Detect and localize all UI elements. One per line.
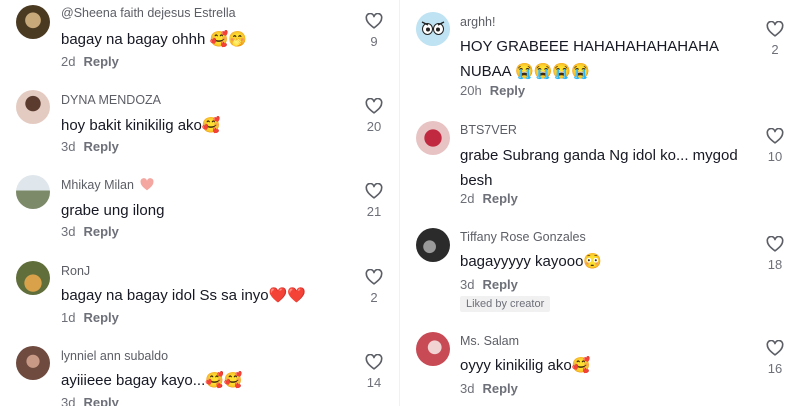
pink-heart-icon [140,178,154,191]
cartoon-avatar-icon [416,12,450,46]
like-button[interactable]: 9 [359,12,389,49]
comment-meta: 3d Reply [61,139,119,154]
comment-time: 2d [61,54,76,69]
like-count: 18 [767,257,783,272]
comment-username[interactable]: @Sheena faith dejesus Estrella [61,6,236,20]
comment-time: 2d [460,191,475,206]
avatar[interactable] [16,90,50,124]
comment-time: 1d [61,310,76,325]
reply-button[interactable]: Reply [83,310,118,325]
comment-username[interactable]: DYNA MENDOZA [61,93,161,107]
comment-meta: 3d Reply [460,277,518,292]
avatar[interactable] [16,5,50,39]
heart-outline-icon [365,182,383,199]
comment-text: bagayyyyy kayooo😳 [460,253,603,270]
comment-meta: 2d Reply [460,191,518,206]
avatar[interactable] [416,332,450,366]
like-button[interactable]: 20 [359,97,389,134]
like-button[interactable]: 14 [359,353,389,390]
comment-time: 20h [460,83,482,98]
comment-meta: 2d Reply [61,54,119,69]
reply-button[interactable]: Reply [482,277,517,292]
like-count: 2 [370,290,378,305]
like-button[interactable]: 2 [359,268,389,305]
comments-column-right: arghh! HOY GRABEEE HAHAHAHAHAHAHA NUBAA … [400,0,800,406]
comment-text: grabe Subrang ganda Ng idol ko... mygod … [460,147,738,189]
comment-username[interactable]: Mhikay Milan [61,178,154,192]
like-count: 10 [767,149,783,164]
comment-meta: 1d Reply [61,310,119,325]
like-count: 14 [366,375,382,390]
comment-meta: 3d Reply [460,381,518,396]
comment-meta: 20h Reply [460,83,525,98]
reply-button[interactable]: Reply [83,395,118,406]
comment-text: ayiiieee bagay kayo...🥰🥰 [61,372,243,389]
heart-outline-icon [766,127,784,144]
comment-username[interactable]: arghh! [460,15,495,29]
comment-text: HOY GRABEEE HAHAHAHAHAHAHA NUBAA 😭😭😭😭 [460,38,719,80]
reply-button[interactable]: Reply [83,224,118,239]
comment-text: bagay na bagay idol Ss sa inyo❤️❤️ [61,287,306,304]
like-button[interactable]: 10 [760,127,790,164]
comment-text: bagay na bagay ohhh 🥰🤭 [61,31,247,48]
reply-button[interactable]: Reply [482,381,517,396]
reply-button[interactable]: Reply [482,191,517,206]
like-count: 16 [767,361,783,376]
like-button[interactable]: 21 [359,182,389,219]
heart-outline-icon [365,97,383,114]
reply-button[interactable]: Reply [490,83,525,98]
comment-text: oyyy kinikilig ako🥰 [460,357,591,374]
comment-meta: 3d Reply [61,395,119,406]
avatar[interactable] [16,261,50,295]
avatar[interactable] [16,175,50,209]
heart-outline-icon [766,235,784,252]
comment-text: grabe ung ilong [61,202,165,219]
avatar[interactable] [416,228,450,262]
avatar[interactable] [416,12,450,46]
comment-text: hoy bakit kinikilig ako🥰 [61,117,221,134]
comment-time: 3d [61,139,76,154]
heart-outline-icon [365,353,383,370]
heart-outline-icon [365,12,383,29]
heart-outline-icon [365,268,383,285]
heart-outline-icon [766,20,784,37]
comment-time: 3d [460,381,475,396]
comment-time: 3d [460,277,475,292]
comment-time: 3d [61,395,76,406]
comment-username[interactable]: RonJ [61,264,90,278]
like-button[interactable]: 16 [760,339,790,376]
comment-username[interactable]: lynniel ann subaldo [61,349,168,363]
comment-time: 3d [61,224,76,239]
avatar[interactable] [16,346,50,380]
heart-outline-icon [766,339,784,356]
like-count: 21 [366,204,382,219]
comment-meta: 3d Reply [61,224,119,239]
like-count: 2 [771,42,779,57]
liked-by-creator-badge: Liked by creator [460,296,551,312]
comment-username[interactable]: Tiffany Rose Gonzales [460,230,586,244]
comment-username[interactable]: Ms. Salam [460,334,519,348]
like-count: 20 [366,119,382,134]
comment-username[interactable]: BTS7VER [460,123,517,137]
like-button[interactable]: 2 [760,20,790,57]
like-count: 9 [370,34,378,49]
avatar[interactable] [416,121,450,155]
reply-button[interactable]: Reply [83,54,118,69]
like-button[interactable]: 18 [760,235,790,272]
reply-button[interactable]: Reply [83,139,118,154]
comments-column-left: @Sheena faith dejesus Estrella bagay na … [0,0,400,406]
comment-username-text: Mhikay Milan [61,178,134,192]
